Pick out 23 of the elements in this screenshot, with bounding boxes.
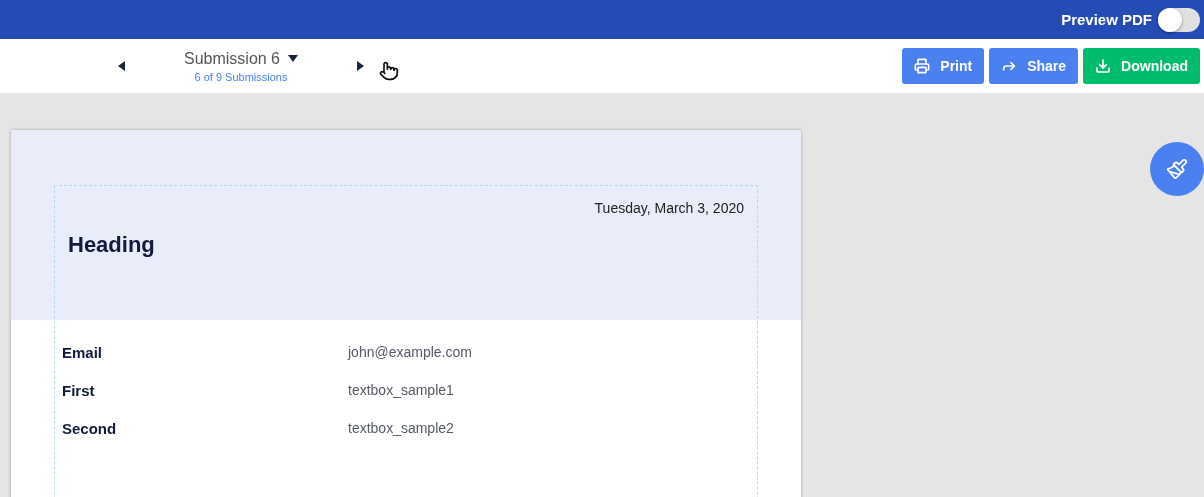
previous-icon[interactable]: [118, 61, 126, 71]
field-value: textbox_sample1: [348, 382, 454, 398]
next-icon[interactable]: [356, 61, 364, 71]
field-label: Email: [62, 343, 104, 361]
print-button[interactable]: Print: [902, 48, 985, 84]
preview-pdf-toggle[interactable]: [1158, 7, 1200, 32]
hand-cursor-icon: [379, 61, 399, 81]
caret-icon: [288, 55, 298, 62]
paintbrush-icon: [1166, 158, 1188, 180]
field-label: First: [62, 381, 96, 399]
field-value: john@example.com: [348, 344, 472, 360]
field-value: textbox_sample2: [348, 420, 454, 436]
field-label: Second: [62, 419, 118, 437]
paint-roller-button[interactable]: [1150, 142, 1204, 196]
submission-count: 6 of 9 Submissions: [194, 70, 288, 83]
document-date: Tuesday, March 3, 2020: [593, 200, 744, 216]
download-icon: [1095, 58, 1112, 74]
printer-icon: [914, 58, 931, 74]
preview-pdf-label: Preview PDF: [1061, 11, 1152, 28]
download-button[interactable]: Download: [1083, 48, 1200, 84]
document-heading: Heading: [68, 232, 155, 258]
share-button[interactable]: Share: [989, 48, 1079, 84]
submission-selector[interactable]: Submission 6: [183, 49, 298, 68]
